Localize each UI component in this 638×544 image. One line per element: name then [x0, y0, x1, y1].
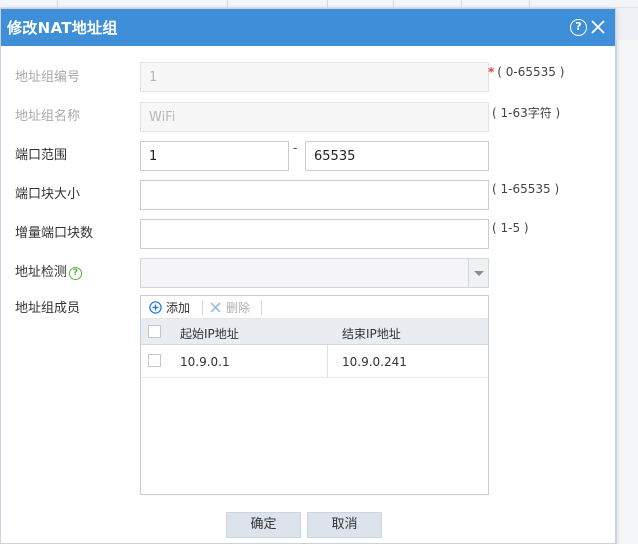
- row-start-ip: 10.9.0.1: [180, 355, 230, 369]
- incremental-blocks-hint: ( 1-5 ): [492, 221, 529, 235]
- group-id-hint: *( 0-65535 ): [488, 65, 564, 79]
- address-check-label-text: 地址检测: [15, 265, 68, 280]
- port-block-size-hint: ( 1-65535 ): [492, 182, 560, 196]
- address-check-label: 地址检测?: [15, 261, 83, 280]
- port-block-size-label: 端口块大小: [15, 187, 81, 202]
- add-button-label: 添加: [166, 301, 191, 315]
- group-name-hint: ( 1-63字符 ): [492, 106, 561, 120]
- edit-nat-group-dialog: 修改NAT地址组 ? 地址组编号 1 *( 0-65535 ) 地址组名称 Wi…: [0, 8, 616, 544]
- background-strip: [0, 0, 638, 8]
- group-name-input[interactable]: WiFi: [140, 102, 489, 132]
- column-header-end-ip: 结束IP地址: [342, 327, 401, 341]
- background-panel: [616, 40, 638, 544]
- dialog-titlebar: 修改NAT地址组 ?: [1, 9, 615, 46]
- members-label: 地址组成员: [15, 301, 81, 316]
- chevron-down-icon[interactable]: [468, 259, 488, 287]
- port-range-end-input[interactable]: 65535: [305, 141, 489, 171]
- incremental-blocks-label: 增量端口块数: [15, 226, 94, 241]
- ok-button[interactable]: 确定: [226, 512, 301, 538]
- members-table-panel: 添加 删除 起始IP地址 结束IP地址 10.9.0.1 10.9.0.241: [140, 295, 489, 495]
- row-checkbox[interactable]: [148, 354, 161, 367]
- toolbar-divider: [261, 300, 262, 315]
- dialog-title: 修改NAT地址组: [7, 19, 118, 37]
- help-icon[interactable]: ?: [69, 267, 83, 280]
- table-row[interactable]: 10.9.0.1 10.9.0.241: [141, 345, 488, 378]
- required-mark: *: [488, 65, 495, 79]
- group-id-label: 地址组编号: [15, 70, 81, 85]
- background-cell: [394, 0, 462, 8]
- members-table-header: 起始IP地址 结束IP地址: [141, 319, 488, 345]
- port-range-label: 端口范围: [15, 148, 68, 163]
- group-name-label: 地址组名称: [15, 109, 81, 124]
- port-range-start-input[interactable]: 1: [140, 141, 289, 171]
- group-id-range: ( 0-65535 ): [497, 65, 565, 79]
- delete-button[interactable]: 删除: [209, 299, 250, 316]
- background-cell: [228, 0, 328, 8]
- port-range-separator: -: [293, 141, 298, 155]
- column-header-start-ip: 起始IP地址: [180, 327, 239, 341]
- add-button[interactable]: 添加: [149, 299, 190, 316]
- background-cell: [328, 0, 394, 8]
- group-id-input[interactable]: 1: [140, 62, 489, 92]
- row-end-ip: 10.9.0.241: [342, 355, 407, 369]
- cancel-button[interactable]: 取消: [307, 512, 382, 538]
- close-icon[interactable]: [589, 18, 607, 36]
- delete-x-icon: [209, 301, 222, 314]
- column-divider: [327, 345, 328, 377]
- toolbar-divider: [202, 300, 203, 315]
- members-toolbar: 添加 删除: [141, 296, 488, 319]
- help-icon[interactable]: ?: [570, 19, 587, 36]
- plus-circle-icon: [149, 301, 162, 314]
- select-all-checkbox[interactable]: [148, 325, 161, 338]
- background-cell: [58, 0, 228, 8]
- address-check-select[interactable]: [140, 258, 489, 288]
- background-cell: [0, 0, 58, 8]
- incremental-blocks-input[interactable]: [140, 219, 489, 249]
- delete-button-label: 删除: [226, 301, 251, 315]
- port-block-size-input[interactable]: [140, 180, 489, 210]
- background-cell: [462, 0, 530, 8]
